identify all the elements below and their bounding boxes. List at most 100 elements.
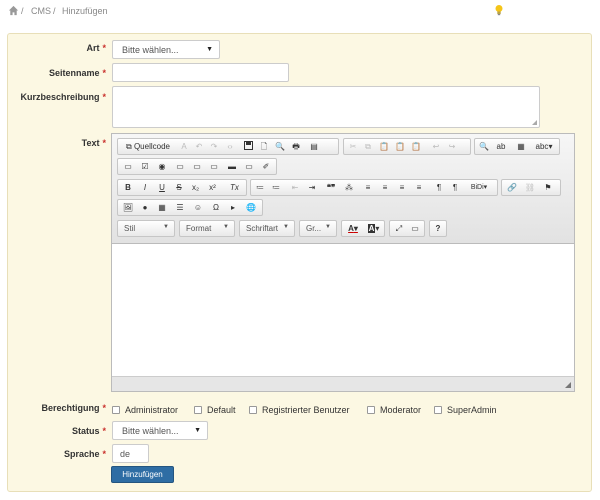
iframe-icon[interactable]: 🌐 xyxy=(245,202,257,214)
subscript-button[interactable]: x₂ xyxy=(189,182,202,194)
align-justify-icon[interactable]: ≡ xyxy=(413,182,425,194)
redo-icon[interactable]: ↪ xyxy=(446,141,458,153)
sprache-input[interactable]: de xyxy=(112,444,149,463)
language-icon[interactable]: BiDi▾ xyxy=(465,182,493,194)
caret-down-icon: ▼ xyxy=(194,427,201,434)
caret-down-icon: ▼ xyxy=(283,224,289,230)
breadcrumb-cms[interactable]: CMS xyxy=(31,6,51,16)
toolbar-group-colors: A▾ A▾ xyxy=(341,220,385,237)
indent-icon[interactable]: ⇥ xyxy=(306,182,318,194)
form-icon[interactable]: ▭ xyxy=(122,161,134,173)
ltr-icon[interactable]: ¶ xyxy=(433,182,445,194)
blockquote-icon[interactable]: ❝❞ xyxy=(324,182,338,194)
lightbulb-icon[interactable] xyxy=(494,4,504,16)
code-icon[interactable]: ‹› xyxy=(223,141,237,153)
rtl-icon[interactable]: ¶ xyxy=(449,182,461,194)
bulleted-list-icon[interactable]: ≔ xyxy=(270,182,282,194)
table-icon[interactable]: ▦ xyxy=(156,202,168,214)
maximize-icon[interactable]: ⤢ xyxy=(393,223,405,235)
checkbox-moderator[interactable] xyxy=(367,406,375,414)
checkbox-label: Administrator xyxy=(125,405,179,415)
replace-text-icon[interactable]: ab xyxy=(494,141,508,153)
outdent-icon[interactable]: ⇤ xyxy=(289,182,301,194)
fontsize-combo[interactable]: Gr... ▼ xyxy=(299,220,337,237)
textfield-icon[interactable]: ▭ xyxy=(174,161,186,173)
remove-format-button[interactable]: Tx xyxy=(228,182,241,194)
resize-handle-icon[interactable] xyxy=(565,382,571,388)
paste-word-icon[interactable]: 📋 xyxy=(410,141,422,153)
kurzbeschreibung-textarea[interactable] xyxy=(112,86,540,128)
rich-text-editor: ⧉ Quellcode A ↶ ↷ ‹› 🗋 🔍 🖶 ▤ ✂ ⧉ 📋 📋 📋 ↩… xyxy=(111,133,575,392)
undo-icon[interactable]: ↩ xyxy=(430,141,442,153)
breadcrumb-separator: / xyxy=(53,6,56,16)
background-color-icon[interactable]: A▾ xyxy=(365,223,382,235)
button-field-icon[interactable]: ▬ xyxy=(226,161,238,173)
cut-icon[interactable]: ✂ xyxy=(347,141,359,153)
find-icon[interactable]: 🔍 xyxy=(478,141,490,153)
link-icon[interactable]: 🔗 xyxy=(506,182,518,194)
underline-button[interactable]: U xyxy=(157,182,167,194)
checkbox-administrator[interactable] xyxy=(112,406,120,414)
undo-icon[interactable]: ↶ xyxy=(193,141,205,153)
special-char-icon[interactable]: Ω xyxy=(210,202,222,214)
unlink-icon[interactable]: ⛓ xyxy=(524,182,536,194)
checkbox-superadmin[interactable] xyxy=(434,406,442,414)
checkbox-registrierter-benutzer[interactable] xyxy=(249,406,257,414)
strike-button[interactable]: S xyxy=(174,182,184,194)
text-color-icon[interactable]: A▾ xyxy=(345,223,361,235)
toolbar-group-links: 🔗 ⛓ ⚑ xyxy=(501,179,561,196)
resize-handle[interactable] xyxy=(532,120,537,125)
art-label: Art * xyxy=(86,43,106,53)
select-field-icon[interactable]: ▭ xyxy=(208,161,220,173)
caret-down-icon: ▼ xyxy=(223,224,229,230)
home-icon[interactable] xyxy=(8,5,19,16)
horizontal-rule-icon[interactable]: ☰ xyxy=(174,202,186,214)
save-icon[interactable] xyxy=(242,141,254,153)
format-combo[interactable]: Format ▼ xyxy=(179,220,235,237)
italic-button[interactable]: I xyxy=(140,182,150,194)
preview-icon[interactable]: 🔍 xyxy=(274,141,286,153)
align-right-icon[interactable]: ≡ xyxy=(396,182,408,194)
radio-icon[interactable]: ◉ xyxy=(156,161,168,173)
show-blocks-icon[interactable]: ▭ xyxy=(409,223,421,235)
kurzbeschreibung-label: Kurzbeschreibung * xyxy=(20,92,106,102)
copy-icon[interactable]: ⧉ xyxy=(362,141,374,153)
art-select[interactable]: Bitte wählen... ▼ xyxy=(112,40,220,59)
redo-icon[interactable]: ↷ xyxy=(208,141,220,153)
checkbox-default[interactable] xyxy=(194,406,202,414)
font-combo[interactable]: Schriftart ▼ xyxy=(239,220,295,237)
align-left-icon[interactable]: ≡ xyxy=(362,182,374,194)
status-select[interactable]: Bitte wählen... ▼ xyxy=(112,421,208,440)
select-all-icon[interactable]: ▦ xyxy=(515,141,527,153)
toolbar-group-paragraph: ≔ ≔ ⇤ ⇥ ❝❞ ⁂ ≡ ≡ ≡ ≡ ¶ ¶ BiDi▾ xyxy=(250,179,498,196)
image-icon[interactable]: 🖼 xyxy=(122,202,134,214)
align-center-icon[interactable]: ≡ xyxy=(379,182,391,194)
checkbox-icon[interactable]: ☑ xyxy=(139,161,151,173)
div-container-icon[interactable]: ⁂ xyxy=(343,182,355,194)
textarea-icon[interactable]: ▭ xyxy=(191,161,203,173)
source-button[interactable]: ⧉ Quellcode xyxy=(122,141,174,153)
superscript-button[interactable]: x² xyxy=(206,182,219,194)
templates-icon[interactable]: ▤ xyxy=(308,141,320,153)
submit-button[interactable]: Hinzufügen xyxy=(111,466,174,483)
style-combo[interactable]: Stil ▼ xyxy=(117,220,175,237)
replace-icon[interactable]: A xyxy=(178,141,190,153)
paste-icon[interactable]: 📋 xyxy=(378,141,390,153)
page-break-icon[interactable]: ▸ xyxy=(227,202,239,214)
help-icon[interactable]: ? xyxy=(432,223,444,235)
smiley-icon[interactable]: ☺ xyxy=(192,202,204,214)
flash-icon[interactable]: ● xyxy=(139,202,151,214)
caret-down-icon: ▼ xyxy=(163,224,169,230)
anchor-icon[interactable]: ⚑ xyxy=(542,182,554,194)
bold-button[interactable]: B xyxy=(123,182,133,194)
spellcheck-icon[interactable]: abc▾ xyxy=(533,141,555,153)
editor-content-area[interactable] xyxy=(112,244,574,376)
print-icon[interactable]: 🖶 xyxy=(290,141,302,153)
new-page-icon[interactable]: 🗋 xyxy=(258,141,270,153)
numbered-list-icon[interactable]: ≔ xyxy=(254,182,266,194)
text-label: Text * xyxy=(81,138,106,148)
hidden-field-icon[interactable]: ✐ xyxy=(260,161,272,173)
paste-text-icon[interactable]: 📋 xyxy=(394,141,406,153)
image-button-icon[interactable]: ▭ xyxy=(243,161,255,173)
seitenname-input[interactable] xyxy=(112,63,289,82)
